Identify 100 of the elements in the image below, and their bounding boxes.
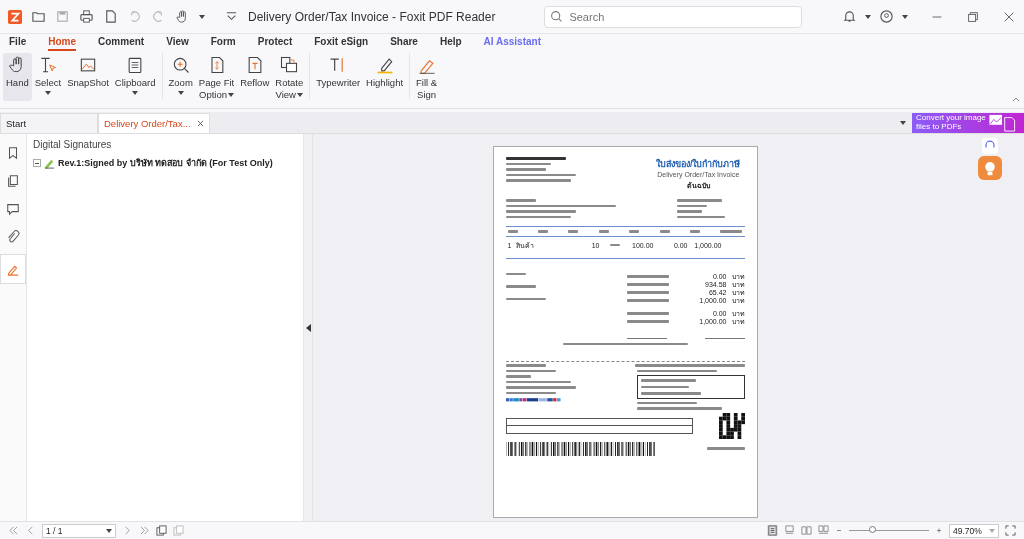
account-icon[interactable] [879, 9, 894, 24]
first-page-icon[interactable] [8, 525, 19, 536]
blurred-text [505, 391, 556, 394]
blurred-text [640, 379, 696, 382]
toolbar-button[interactable]: Page Fit Option [195, 53, 238, 103]
blurred-text [640, 392, 701, 395]
menu-tab[interactable]: Help [439, 34, 462, 51]
caret-icon[interactable] [865, 14, 871, 19]
save-icon[interactable] [55, 9, 70, 24]
document-title: ใบส่งของ/ใบกำกับภาษี [656, 158, 741, 171]
caret-icon[interactable] [199, 14, 205, 19]
rotate-icon [279, 55, 300, 75]
last-page-icon[interactable] [139, 525, 150, 536]
blurred-text [537, 230, 548, 233]
blurred-text [720, 230, 743, 233]
blurred-text [626, 299, 669, 302]
signature-item[interactable]: Rev.1:Signed by บริษัท ทดสอบ จำกัด (For Test Only) [58, 156, 273, 170]
fullscreen-icon[interactable] [1005, 525, 1016, 536]
toolbar-button[interactable]: Fill & Sign [413, 53, 441, 103]
blurred-text [626, 312, 669, 315]
blurred-text [505, 210, 576, 213]
lightbulb-icon[interactable] [978, 156, 1002, 180]
menu-tab[interactable]: Protect [257, 34, 293, 51]
page-number-field[interactable]: 1 / 1 [42, 523, 116, 538]
expand-icon[interactable] [33, 159, 41, 167]
collapse-icon[interactable] [1012, 96, 1020, 104]
blurred-text [598, 230, 609, 233]
blurred-text [505, 215, 571, 218]
menu-tab[interactable]: Foxit eSign [314, 34, 369, 51]
menu-tab[interactable]: File [9, 34, 27, 51]
toolbar-button[interactable]: Reflow [237, 53, 273, 91]
print-icon[interactable] [79, 9, 94, 24]
menu-tab[interactable]: Home [48, 34, 77, 51]
blurred-text [676, 215, 725, 218]
blurred-text [505, 173, 576, 176]
document-tab[interactable]: Start [0, 113, 98, 133]
blurred-text [626, 291, 669, 294]
caret-icon[interactable] [900, 120, 906, 125]
facing-pages-icon[interactable] [801, 525, 812, 536]
menu-tab[interactable]: View [166, 34, 189, 51]
search-icon [550, 9, 564, 23]
blurred-text [505, 297, 546, 300]
blurred-text [505, 272, 526, 275]
window-title: Delivery Order/Tax Invoice - Foxit PDF Reader [248, 9, 496, 24]
search-field[interactable]: Search [544, 5, 803, 28]
blurred-text [676, 199, 722, 202]
caret-icon[interactable] [902, 14, 908, 19]
comment-icon [6, 202, 20, 216]
close-icon[interactable] [196, 120, 204, 127]
menu-tab[interactable]: Comment [98, 34, 145, 51]
continuous-facing-icon[interactable] [818, 525, 829, 536]
toolbar-button[interactable]: Select [31, 53, 65, 97]
document-tab[interactable]: Delivery Order/Tax... [98, 113, 210, 133]
toolbar-button[interactable]: Hand [3, 53, 32, 101]
blurred-text [626, 275, 669, 278]
qr-code-drawing [718, 412, 745, 439]
blurred-text [505, 364, 546, 367]
blurred-text [505, 285, 536, 288]
toolbar-button[interactable]: Typewriter [313, 53, 364, 91]
blurred-text [505, 199, 536, 202]
single-page-icon[interactable] [767, 525, 778, 536]
menu-tab[interactable]: AI Assistant [483, 34, 541, 51]
menu-tab[interactable]: Share [390, 34, 418, 51]
blurred-text [505, 168, 546, 171]
toolbar-button[interactable]: Rotate View [272, 53, 307, 103]
continuous-page-icon[interactable] [784, 525, 795, 536]
blurred-text [507, 230, 518, 233]
image-to-pdf-icon [988, 113, 1016, 132]
toolbar-button[interactable]: Zoom [165, 53, 196, 97]
blurred-text [676, 210, 702, 213]
app-logo-icon [8, 9, 22, 24]
copy-page-icon[interactable] [156, 525, 167, 536]
folder-icon[interactable] [31, 9, 46, 24]
blurred-text [505, 380, 571, 383]
blurred-text [626, 283, 669, 286]
blurred-text [568, 230, 579, 233]
blurred-text [505, 386, 576, 389]
blurred-text [690, 230, 701, 233]
bell-icon[interactable] [842, 9, 857, 24]
promo-banner[interactable]: Convert your image files to PDFs [912, 112, 1024, 133]
zoom-field[interactable]: 49.70% [949, 523, 999, 538]
toolbar-button[interactable]: SnapShot [64, 53, 112, 91]
restore-icon[interactable] [966, 9, 980, 24]
blurred-text [505, 369, 556, 372]
toolbar-button[interactable]: Clipboard [111, 53, 159, 97]
blurred-text [676, 204, 707, 207]
signature-icon [44, 157, 55, 169]
signature-line [626, 337, 667, 339]
pages-icon [6, 174, 20, 188]
menu-tab[interactable]: Form [210, 34, 236, 51]
document-icon[interactable] [103, 9, 118, 24]
blurred-text [505, 157, 566, 160]
blurred-text [505, 162, 551, 165]
blurred-text [609, 243, 620, 247]
blurred-text [505, 179, 571, 182]
signature-line [704, 337, 745, 339]
headset-icon[interactable] [982, 138, 998, 154]
blurred-text [706, 447, 745, 450]
blurred-text [640, 385, 689, 388]
toolbar-button[interactable]: Highlight [363, 53, 407, 91]
